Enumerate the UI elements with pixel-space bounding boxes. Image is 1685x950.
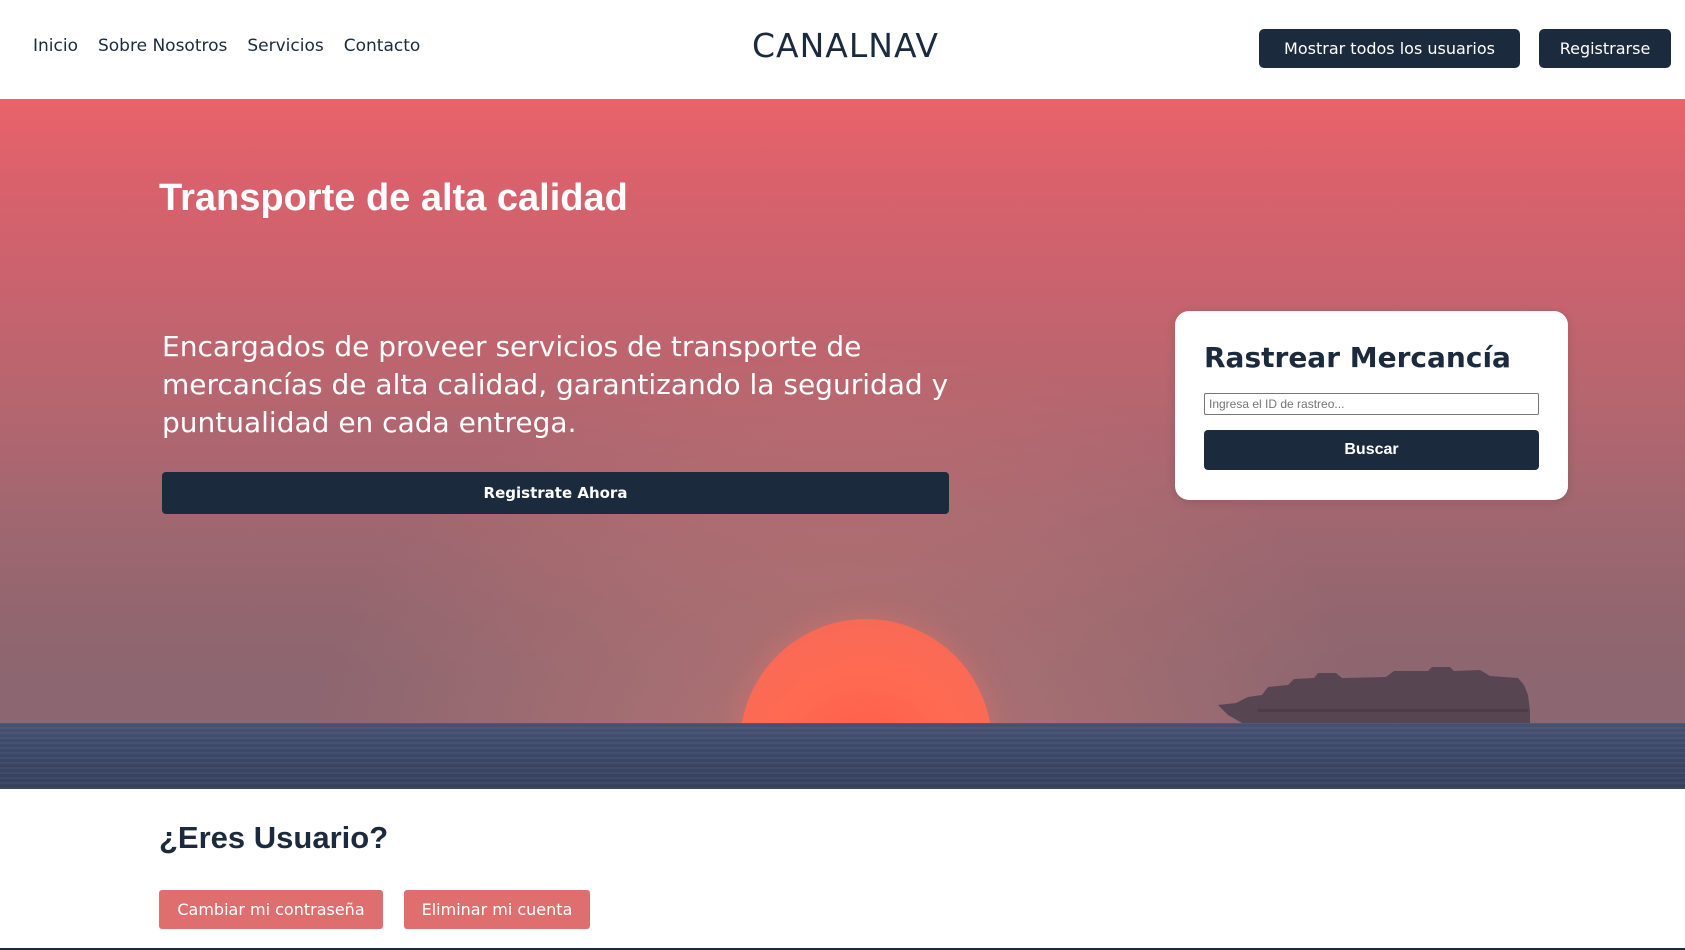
delete-account-button[interactable]: Eliminar mi cuenta [404, 890, 590, 929]
sea-texture [0, 723, 1685, 789]
nav-link-inicio[interactable]: Inicio [33, 36, 78, 56]
nav-link-contacto[interactable]: Contacto [344, 36, 421, 56]
main-nav: Inicio Sobre Nosotros Servicios Contacto [33, 36, 440, 56]
show-all-users-button[interactable]: Mostrar todos los usuarios [1259, 29, 1520, 68]
register-button[interactable]: Registrarse [1539, 29, 1671, 68]
nav-link-servicios[interactable]: Servicios [247, 36, 323, 56]
tracking-title: Rastrear Mercancía [1204, 341, 1511, 374]
search-tracking-button[interactable]: Buscar [1204, 430, 1539, 470]
hero-title: Transporte de alta calidad [159, 177, 628, 219]
user-section-title: ¿Eres Usuario? [159, 820, 389, 855]
change-password-button[interactable]: Cambiar mi contraseña [159, 890, 383, 929]
hero-section: Transporte de alta calidad Encargados de… [0, 99, 1685, 789]
tracking-card: Rastrear Mercancía Buscar [1175, 311, 1568, 500]
nav-link-sobre-nosotros[interactable]: Sobre Nosotros [98, 36, 227, 56]
tracking-id-input[interactable] [1204, 393, 1539, 415]
site-header: Inicio Sobre Nosotros Servicios Contacto… [0, 0, 1685, 99]
register-now-button[interactable]: Registrate Ahora [162, 472, 949, 514]
brand-logo[interactable]: CANALNAV [752, 26, 939, 65]
hero-description: Encargados de proveer servicios de trans… [162, 330, 949, 439]
cruise-ship-silhouette [1218, 667, 1530, 723]
